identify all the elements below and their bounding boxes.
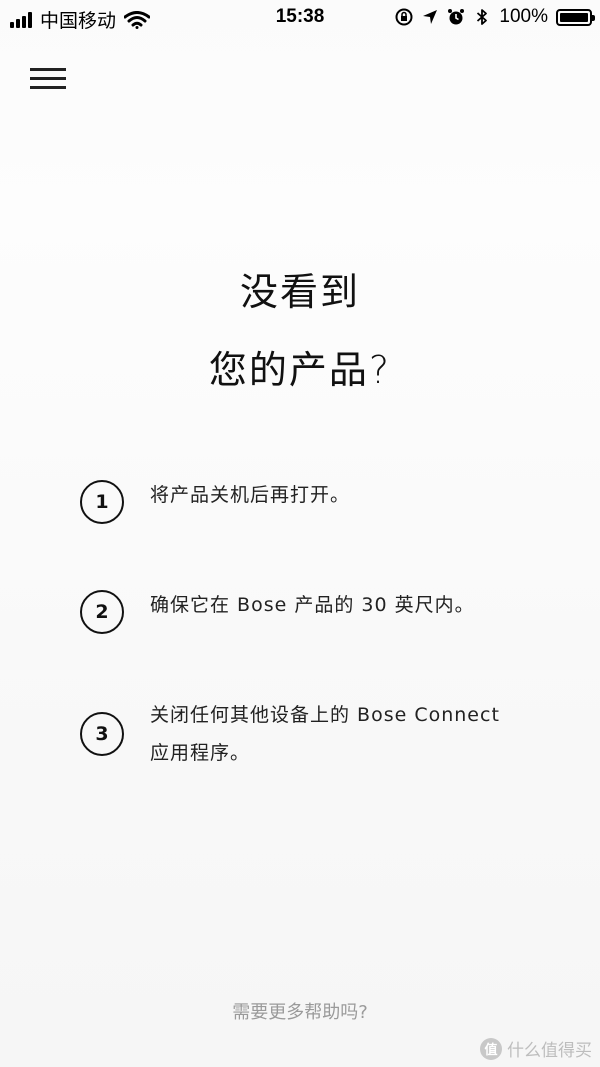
step-text-line-2: 应用程序。 <box>150 742 251 764</box>
step-1: 1 将产品关机后再打开。 <box>80 480 560 524</box>
step-text: 将产品关机后再打开。 <box>150 484 351 506</box>
step-text: 确保它在 Bose 产品的 30 英尺内。 <box>150 594 475 616</box>
step-text: 关闭任何其他设备上的 Bose Connect 应用程序。 <box>150 696 500 772</box>
hamburger-menu-icon[interactable] <box>26 62 70 96</box>
step-number-badge: 2 <box>80 590 124 634</box>
watermark: 值 什么值得买 <box>480 1036 592 1061</box>
rotation-lock-icon <box>395 8 413 26</box>
watermark-text: 什么值得买 <box>507 1041 592 1061</box>
bluetooth-icon <box>477 9 488 25</box>
battery-icon <box>556 8 595 26</box>
status-right: 100% <box>395 6 595 28</box>
step-number-badge: 1 <box>80 480 124 524</box>
page-title: 没看到 您的产品? <box>0 264 600 420</box>
battery-percent: 100% <box>499 6 548 27</box>
step-number-badge: 3 <box>80 712 124 756</box>
step-3: 3 关闭任何其他设备上的 Bose Connect 应用程序。 <box>80 704 560 772</box>
alarm-icon <box>448 9 465 25</box>
watermark-logo: 值 <box>480 1037 502 1060</box>
help-link[interactable]: 需要更多帮助吗? <box>0 998 600 1024</box>
step-2: 2 确保它在 Bose 产品的 30 英尺内。 <box>80 590 560 634</box>
step-text-line-1: 关闭任何其他设备上的 Bose Connect <box>150 704 500 726</box>
location-icon <box>423 10 438 24</box>
page-title-line-1: 没看到 <box>239 270 360 314</box>
page-title-line-2: 您的产品? <box>208 348 392 392</box>
status-bar: 中国移动 15:38 100% <box>0 0 600 34</box>
